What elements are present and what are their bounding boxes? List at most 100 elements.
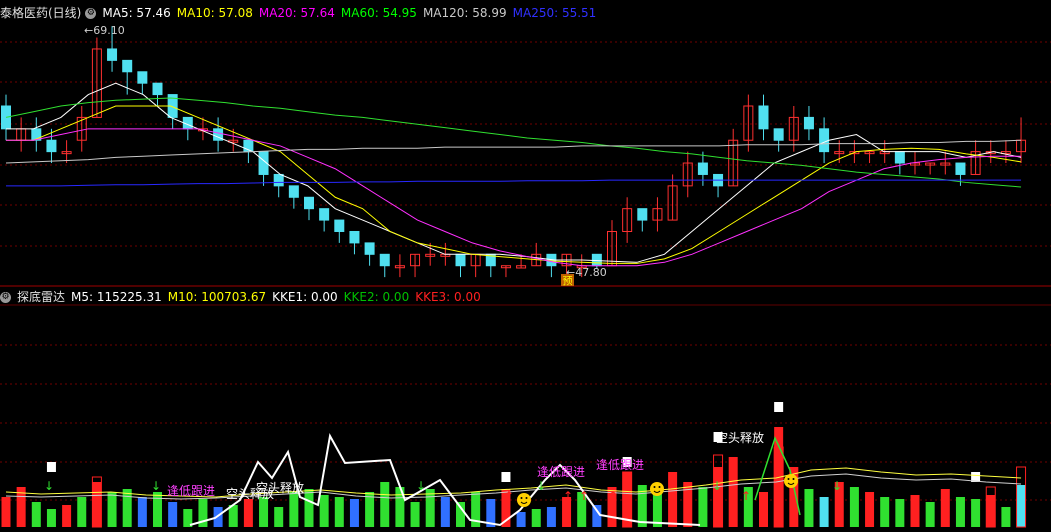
volume-bar: [319, 495, 329, 527]
signal-annotation: 逢低跟进: [537, 465, 585, 479]
volume-bar: [46, 509, 56, 527]
signal-arrow-icon: ↑: [504, 489, 514, 503]
candle-body: [334, 219, 345, 232]
smiley-icon: [517, 493, 531, 507]
volume-bar: [1, 497, 11, 527]
candle-body: [288, 185, 299, 198]
volume-bar: [304, 489, 314, 527]
signal-annotation: 空头释放: [716, 430, 764, 445]
candle-body: [955, 162, 966, 175]
candle-body: [819, 128, 830, 153]
ma20-line: [6, 128, 1022, 267]
candle-body: [455, 253, 466, 267]
volume-bar: [440, 497, 450, 527]
signal-arrow-icon: ↓: [151, 479, 161, 493]
candle-body: [803, 116, 814, 130]
smiley-eye: [520, 497, 523, 499]
volume-cap: [501, 472, 511, 482]
volume-bar: [107, 492, 117, 527]
volume-bar: [759, 492, 768, 527]
candle-body: [137, 71, 148, 84]
signal-arrow-icon: ↑: [563, 489, 573, 503]
volume-bar: [289, 492, 299, 527]
volume-bar: [380, 482, 390, 527]
high-price-label: ←69.10: [84, 24, 125, 37]
signal-arrow-icon: ↑: [741, 489, 751, 503]
candle-body: [379, 253, 390, 267]
volume-cap: [46, 462, 56, 472]
forecast-badge-text: 预: [563, 276, 573, 288]
volume-bar: [955, 497, 965, 527]
volume-bar: [425, 489, 435, 527]
signal-arrow-icon: ↑: [608, 489, 618, 503]
volume-bar: [910, 495, 920, 527]
smiley-icon: [784, 474, 798, 488]
volume-bar: [137, 497, 147, 527]
volume-bar: [895, 499, 905, 527]
volume-bar: [62, 505, 72, 527]
volume-bar: [865, 492, 875, 527]
signal-annotation: 空头释放: [256, 480, 304, 495]
volume-bar: [168, 502, 178, 527]
volume-bar: [880, 497, 890, 527]
smiley-eye: [653, 486, 656, 488]
candle-body: [46, 139, 57, 153]
candle-body: [697, 162, 708, 175]
volume-bar: [683, 482, 693, 527]
volume-bar: [122, 489, 132, 527]
signal-arrow-icon: ↓: [536, 479, 546, 493]
smiley-eye: [792, 478, 795, 480]
volume-bar: [1001, 507, 1011, 527]
volume-bar: [728, 457, 738, 527]
signal-arrow-icon: ↓: [832, 479, 842, 493]
candle-body: [349, 230, 360, 244]
candle-body: [894, 151, 905, 164]
volume-bar: [410, 502, 420, 527]
volume-bar: [31, 502, 41, 527]
volume-bar: [804, 489, 814, 527]
signal-arrow-icon: ↑: [579, 489, 589, 503]
smiley-eye: [658, 486, 661, 488]
volume-bar: [259, 497, 269, 527]
candle-body: [107, 48, 118, 61]
ma250-line: [6, 179, 1022, 187]
smiley-eye: [787, 478, 790, 480]
stock-chart[interactable]: ↓ ↓ ↓↑↓↑ ↑ ↑↓↑↓ ←69.10←47.80预逢低跟进 空头释放空头释放逢低跟…: [0, 0, 1051, 532]
volume-bar: [713, 467, 723, 527]
volume-bar: [1016, 485, 1026, 527]
signal-annotation: 逢低跟进: [167, 484, 215, 498]
candle-body: [122, 59, 133, 73]
volume-bar: [971, 499, 981, 527]
volume-bar: [516, 512, 526, 527]
signal-arrow-icon: ↓: [44, 479, 54, 493]
volume-bar: [334, 497, 344, 527]
candle-body: [273, 173, 284, 187]
signal-annotation: 逢低跟进: [596, 458, 644, 472]
candle-body: [758, 105, 769, 130]
volume-bar: [819, 497, 829, 527]
candle-body: [637, 208, 648, 221]
signal-arrow-icon: ↓: [712, 479, 722, 493]
volume-bar: [77, 497, 87, 527]
volume-bar: [986, 495, 996, 527]
volume-bar: [531, 509, 541, 527]
volume-cap: [774, 402, 784, 412]
smiley-eye: [525, 497, 528, 499]
signal-arrow-icon: ↓: [416, 479, 426, 493]
volume-bar: [274, 507, 284, 527]
volume-bar: [849, 487, 859, 527]
candle-body: [364, 242, 375, 255]
volume-bar: [349, 499, 359, 527]
candle-body: [304, 196, 314, 210]
volume-bar: [668, 472, 678, 527]
candle-body: [152, 82, 163, 96]
smiley-icon: [650, 482, 664, 496]
volume-bar: [243, 499, 253, 527]
volume-bar: [546, 507, 556, 527]
volume-bar: [940, 489, 950, 527]
volume-bar: [698, 487, 708, 527]
volume-bar: [925, 502, 935, 527]
candle-body: [773, 128, 784, 141]
volume-bar: [92, 482, 102, 527]
volume-bar: [153, 492, 162, 527]
